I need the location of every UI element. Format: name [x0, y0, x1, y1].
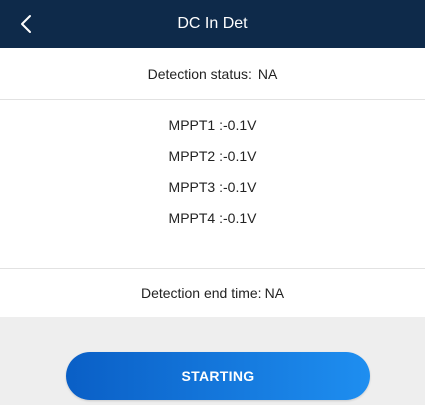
mppt-value: -0.1V	[223, 179, 257, 195]
mppt-label: MPPT4 :	[168, 210, 223, 226]
header-bar: DC In Det	[0, 0, 425, 48]
mppt-item: MPPT2 :-0.1V	[0, 141, 425, 172]
mppt-value: -0.1V	[223, 148, 257, 164]
detection-end-time-row: Detection end time: NA	[0, 269, 425, 317]
detection-end-time-label: Detection end time:	[140, 285, 262, 301]
footer-panel: STARTING	[0, 317, 425, 405]
mppt-item: MPPT3 :-0.1V	[0, 172, 425, 203]
mppt-item: MPPT4 :-0.1V	[0, 203, 425, 234]
mppt-list: MPPT1 :-0.1V MPPT2 :-0.1V MPPT3 :-0.1V M…	[0, 110, 425, 234]
mppt-label: MPPT2 :	[168, 148, 223, 164]
detection-status-row: Detection status: NA	[0, 48, 425, 100]
detection-status-value: NA	[257, 65, 278, 82]
mppt-value: -0.1V	[223, 210, 257, 226]
detection-status-label: Detection status:	[147, 65, 252, 82]
detection-end-time-value: NA	[264, 285, 285, 301]
mppt-label: MPPT1 :	[168, 117, 223, 133]
mppt-item: MPPT1 :-0.1V	[0, 110, 425, 141]
page-title: DC In Det	[177, 15, 248, 32]
mppt-label: MPPT3 :	[168, 179, 223, 195]
starting-button[interactable]: STARTING	[66, 352, 370, 400]
mppt-value: -0.1V	[223, 117, 257, 133]
